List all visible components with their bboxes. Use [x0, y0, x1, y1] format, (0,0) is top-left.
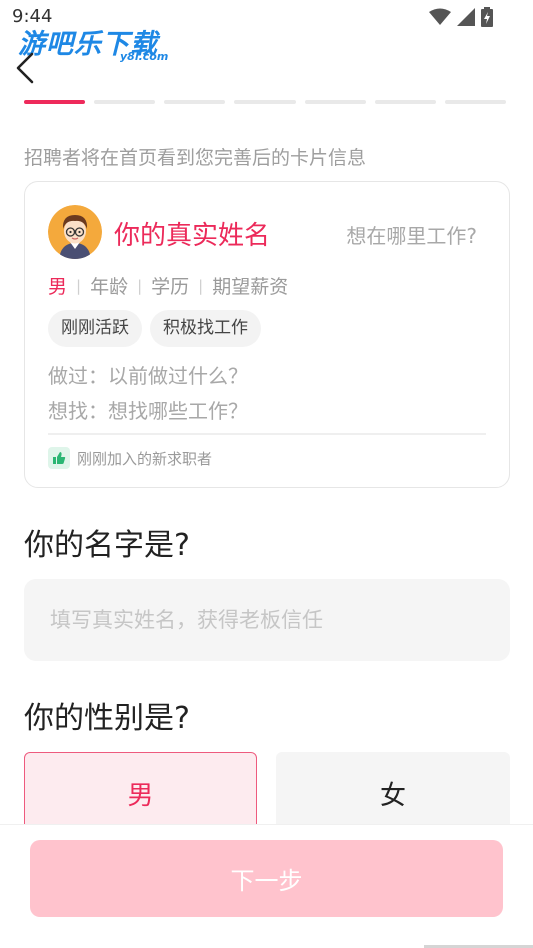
- card-education: 学历: [151, 276, 190, 298]
- progress-step: [234, 100, 296, 104]
- separator: |: [76, 276, 82, 295]
- progress-step: [164, 100, 226, 104]
- separator: |: [198, 276, 204, 295]
- separator: |: [137, 276, 143, 295]
- gender-question-title: 你的性别是?: [24, 701, 190, 736]
- chevron-left-icon: [16, 52, 34, 84]
- avatar-illustration: [48, 205, 102, 259]
- progress-step: [24, 100, 86, 104]
- step-progress: [24, 100, 506, 104]
- thumbs-up-icon: [48, 447, 70, 469]
- chip-job-seeking: 积极找工作: [150, 310, 261, 347]
- card-preview-hint: 招聘者将在首页看到您完善后的卡片信息: [24, 147, 367, 169]
- signal-icon: [457, 8, 475, 26]
- next-step-button[interactable]: 下一步: [30, 840, 503, 917]
- gender-female-option[interactable]: 女: [276, 752, 510, 834]
- profile-preview-card: 你的真实姓名 想在哪里工作? 男 | 年龄 | 学历 | 期望薪资 刚刚活跃 积…: [24, 181, 510, 488]
- gender-male-option[interactable]: 男: [24, 752, 257, 834]
- card-salary: 期望薪资: [212, 276, 289, 298]
- card-past-experience: 做过：以前做过什么？: [48, 364, 248, 388]
- status-icons: [429, 7, 493, 27]
- card-age: 年龄: [90, 276, 129, 298]
- progress-step: [374, 100, 436, 104]
- card-name: 你的真实姓名: [114, 221, 271, 251]
- card-work-location: 想在哪里工作?: [346, 224, 477, 248]
- chip-recently-active: 刚刚活跃: [48, 310, 142, 347]
- card-footer: 刚刚加入的新求职者: [48, 447, 212, 469]
- back-button[interactable]: [10, 50, 44, 86]
- avatar: [48, 205, 102, 259]
- name-input[interactable]: [24, 579, 510, 661]
- name-question-title: 你的名字是?: [24, 528, 190, 563]
- progress-step: [444, 100, 506, 104]
- card-gender: 男: [48, 276, 68, 298]
- card-desired-jobs: 想找：想找哪些工作？: [48, 399, 248, 423]
- card-chips: 刚刚活跃 积极找工作: [48, 310, 261, 347]
- progress-step: [304, 100, 366, 104]
- card-footer-text: 刚刚加入的新求职者: [77, 449, 213, 468]
- battery-icon: [481, 7, 493, 27]
- card-attributes: 男 | 年龄 | 学历 | 期望薪资: [48, 272, 288, 299]
- watermark-sub: y8l.com: [120, 50, 169, 63]
- wifi-icon: [429, 8, 451, 25]
- card-divider: [48, 433, 486, 435]
- progress-step: [94, 100, 156, 104]
